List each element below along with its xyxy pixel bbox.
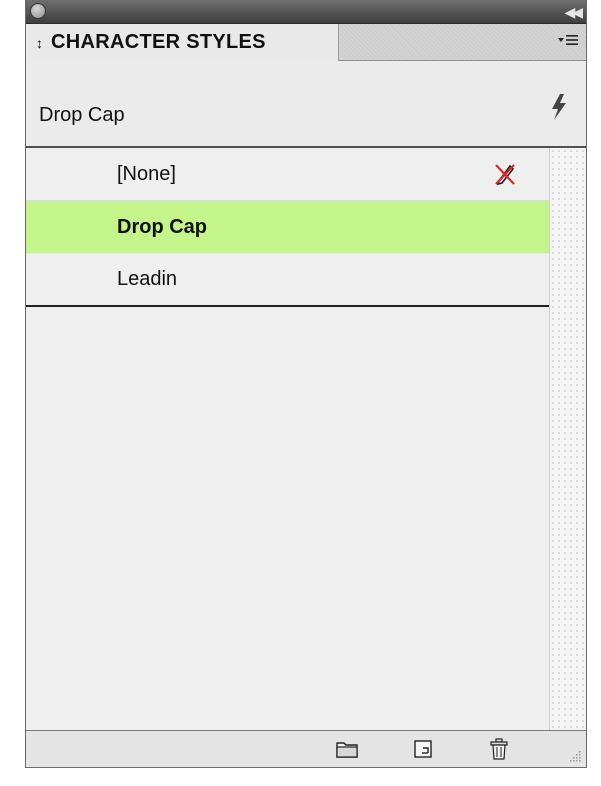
lightning-icon[interactable] [550,93,568,121]
expand-arrows-icon: ↕ [36,34,43,51]
list-item-drop-cap[interactable]: Drop Cap [26,201,549,254]
list-item-label: [None] [117,162,176,185]
new-style-icon[interactable] [411,737,435,761]
panel-footer [26,730,586,767]
list-item-leadin[interactable]: Leadin [26,254,549,307]
folder-icon[interactable] [335,737,359,761]
resize-grip-icon[interactable] [566,748,582,764]
panel-menu-icon[interactable] [558,32,578,52]
vertical-scrollbar[interactable] [549,148,586,730]
crossed-pencil-icon [495,164,515,186]
style-list: [None] Drop Cap Leadin [26,148,549,730]
trash-icon[interactable] [487,737,511,761]
tab-label: CHARACTER STYLES [51,31,266,53]
current-style-row: Drop Cap [26,61,586,148]
list-item-none[interactable]: [None] [26,148,549,201]
close-circle-icon[interactable] [30,3,46,19]
panel-titlebar[interactable]: ◀◀ [26,0,586,24]
double-chevron-left-icon[interactable]: ◀◀ [564,2,582,22]
current-style-label: Drop Cap [39,104,125,126]
panel-tab-row: ↕ CHARACTER STYLES [26,24,586,61]
list-item-label: Leadin [117,268,178,290]
tab-character-styles[interactable]: ↕ CHARACTER STYLES [26,24,339,61]
list-item-label: Drop Cap [117,215,207,238]
character-styles-panel: ◀◀ ↕ CHARACTER STYLES Drop Cap [None] Dr… [25,0,587,768]
